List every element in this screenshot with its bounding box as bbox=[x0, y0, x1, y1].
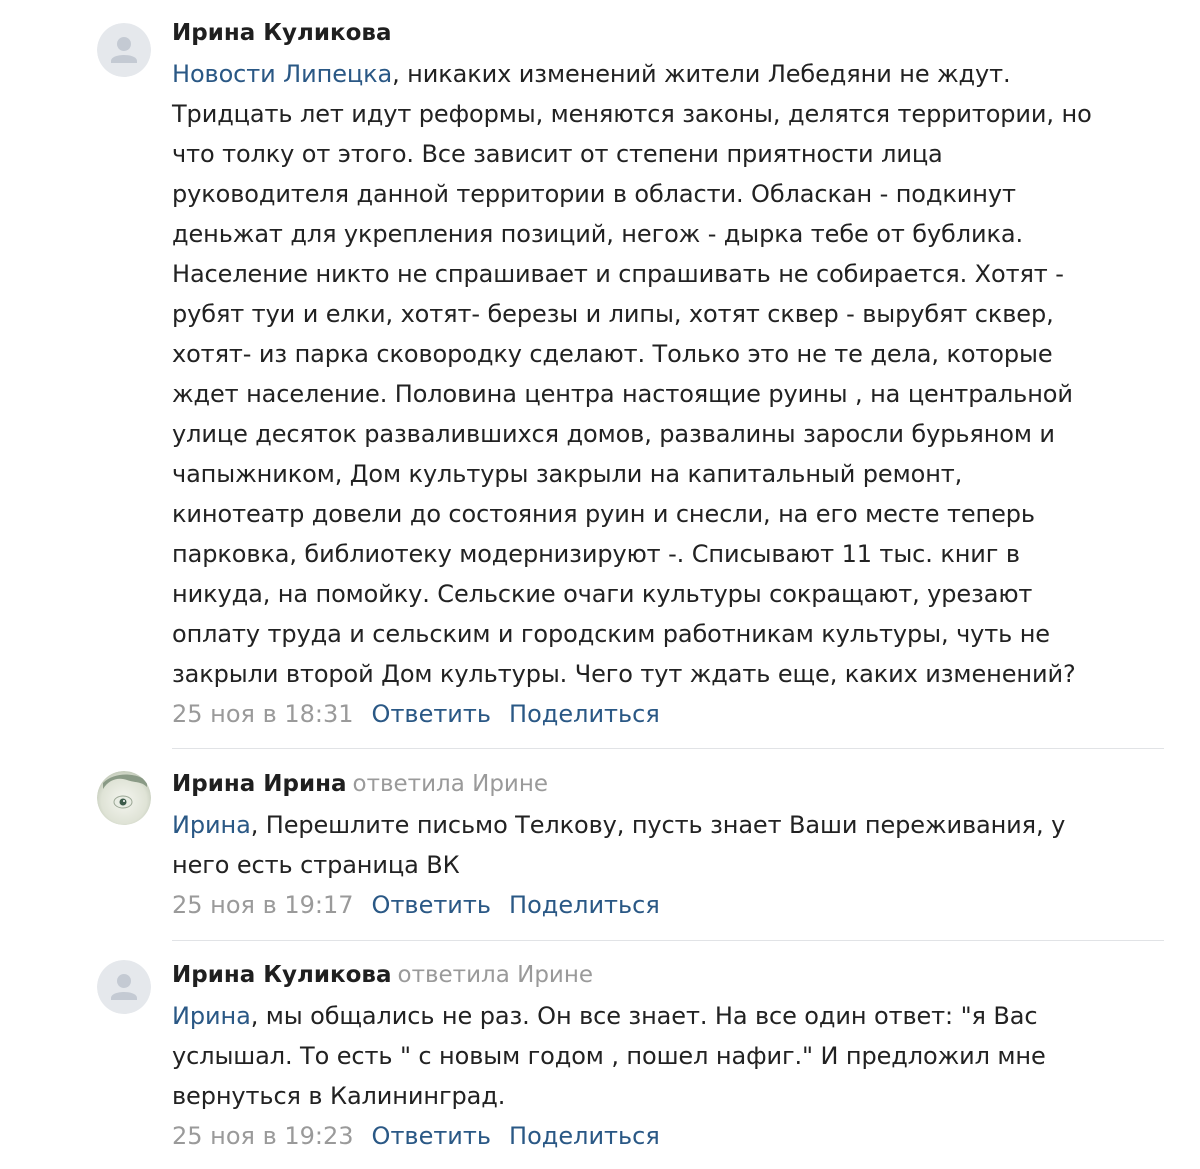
divider bbox=[172, 748, 1164, 749]
text-line: что толку от этого. Все зависит от степе… bbox=[172, 140, 943, 168]
comment-header: Ирина Куликова bbox=[172, 18, 1172, 48]
text-fragment: , никаких изменений жители Лебедяни не ж… bbox=[392, 60, 1011, 88]
comment-date[interactable]: 25 ноя в 19:17 bbox=[172, 891, 354, 919]
comment-header: Ирина Куликова ответила Ирине bbox=[172, 960, 1172, 990]
text-line: деньжат для укрепления позиций, негож - … bbox=[172, 220, 1024, 248]
text-line: Тридцать лет идут реформы, меняются зако… bbox=[172, 100, 1092, 128]
mention-link[interactable]: Новости Липецка bbox=[172, 60, 392, 88]
text-line: вернуться в Калининград. bbox=[172, 1082, 506, 1110]
text-line: парковка, библиотеку модернизируют -. Сп… bbox=[172, 540, 1020, 568]
mention-link[interactable]: Ирина bbox=[172, 1002, 251, 1030]
author-name[interactable]: Ирина Куликова bbox=[172, 20, 392, 46]
text-fragment: , мы общались не раз. Он все знает. На в… bbox=[250, 1002, 1038, 1030]
comment-date[interactable]: 25 ноя в 18:31 bbox=[172, 700, 354, 728]
text-line: ждет население. Половина центра настоящи… bbox=[172, 380, 1073, 408]
comment-actions: 25 ноя в 18:31 Ответить Поделиться bbox=[172, 697, 1172, 731]
user-photo-icon bbox=[97, 771, 151, 825]
comment-text: Ирина, Перешлите письмо Телкову, пусть з… bbox=[172, 805, 1172, 885]
comment-actions: 25 ноя в 19:17 Ответить Поделиться bbox=[172, 888, 1172, 922]
reply-button[interactable]: Ответить bbox=[372, 1122, 491, 1150]
author-name[interactable]: Ирина Ирина bbox=[172, 771, 347, 797]
share-button[interactable]: Поделиться bbox=[509, 1122, 660, 1150]
text-line: Население никто не спрашивает и спрашива… bbox=[172, 260, 1064, 288]
share-button[interactable]: Поделиться bbox=[509, 700, 660, 728]
comment-actions: 25 ноя в 19:23 Ответить Поделиться bbox=[172, 1119, 1172, 1153]
default-user-icon bbox=[97, 23, 151, 77]
avatar[interactable] bbox=[97, 771, 151, 825]
text-line: Новости Липецка, никаких изменений жител… bbox=[172, 54, 1172, 94]
text-line: руководителя данной территории в области… bbox=[172, 180, 1016, 208]
text-line: чапыжником, Дом культуры закрыли на капи… bbox=[172, 460, 963, 488]
text-line: Ирина, мы общались не раз. Он все знает.… bbox=[172, 996, 1172, 1036]
text-line: рубят туи и елки, хотят- березы и липы, … bbox=[172, 300, 1054, 328]
mention-link[interactable]: Ирина bbox=[172, 811, 251, 839]
replied-to-label[interactable]: ответила Ирине bbox=[353, 771, 549, 797]
text-line: услышал. То есть " с новым годом , пошел… bbox=[172, 1042, 1046, 1070]
text-line: кинотеатр довели до состояния руин и сне… bbox=[172, 500, 1035, 528]
comment-text: Новости Липецка, никаких изменений жител… bbox=[172, 54, 1172, 694]
author-name[interactable]: Ирина Куликова bbox=[172, 962, 392, 988]
default-user-icon bbox=[97, 960, 151, 1014]
divider bbox=[172, 940, 1164, 941]
comment-header: Ирина Ирина ответила Ирине bbox=[172, 769, 1172, 799]
text-line: оплату труда и сельским и городским рабо… bbox=[172, 620, 1050, 648]
text-line: никуда, на помойку. Сельские очаги культ… bbox=[172, 580, 1033, 608]
text-fragment: , Перешлите письмо Телкову, пусть знает … bbox=[250, 811, 1066, 839]
comment-date[interactable]: 25 ноя в 19:23 bbox=[172, 1122, 354, 1150]
text-line: хотят- из парка сковородку сделают. Толь… bbox=[172, 340, 1053, 368]
replied-to-label[interactable]: ответила Ирине bbox=[398, 962, 594, 988]
text-line: него есть страница ВК bbox=[172, 851, 460, 879]
comment-text: Ирина, мы общались не раз. Он все знает.… bbox=[172, 996, 1172, 1116]
share-button[interactable]: Поделиться bbox=[509, 891, 660, 919]
text-line: улице десяток развалившихся домов, разва… bbox=[172, 420, 1055, 448]
reply-button[interactable]: Ответить bbox=[372, 700, 491, 728]
avatar[interactable] bbox=[97, 23, 151, 77]
text-line: закрыли второй Дом культуры. Чего тут жд… bbox=[172, 660, 1076, 688]
reply-button[interactable]: Ответить bbox=[372, 891, 491, 919]
text-line: Ирина, Перешлите письмо Телкову, пусть з… bbox=[172, 805, 1172, 845]
avatar[interactable] bbox=[97, 960, 151, 1014]
